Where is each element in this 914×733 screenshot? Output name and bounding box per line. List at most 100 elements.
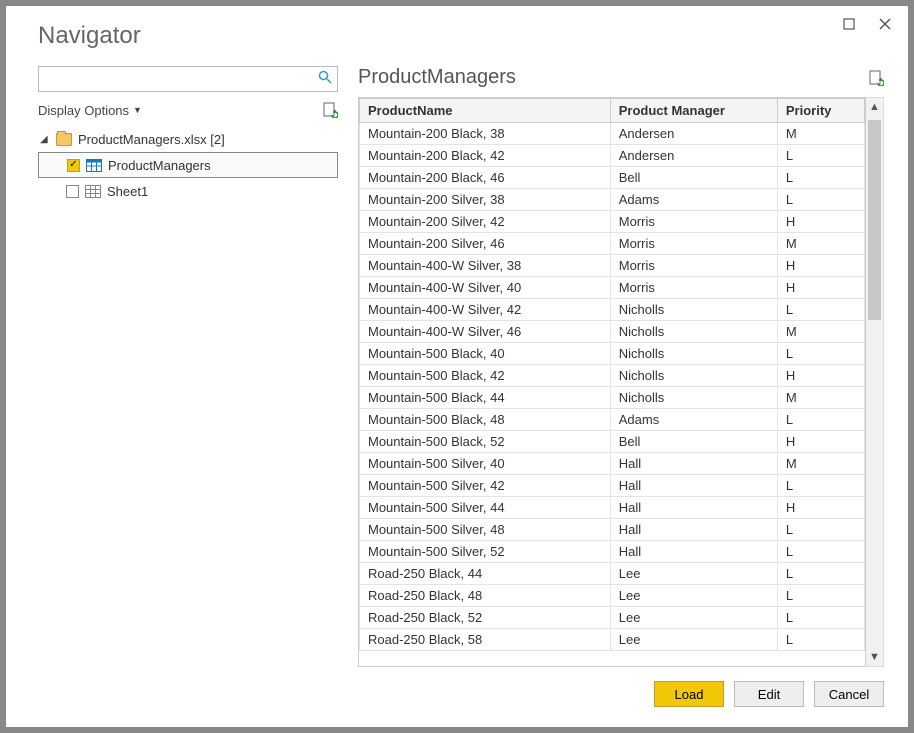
table-cell: Hall: [610, 453, 777, 475]
table-row[interactable]: Mountain-400-W Silver, 46NichollsM: [360, 321, 865, 343]
refresh-icon[interactable]: [322, 102, 338, 118]
table-row[interactable]: Mountain-200 Silver, 42MorrisH: [360, 211, 865, 233]
table-cell: Nicholls: [610, 343, 777, 365]
cancel-button[interactable]: Cancel: [814, 681, 884, 707]
table-row[interactable]: Mountain-200 Black, 42AndersenL: [360, 145, 865, 167]
table-cell: Morris: [610, 277, 777, 299]
table-cell: Mountain-400-W Silver, 42: [360, 299, 611, 321]
load-button[interactable]: Load: [654, 681, 724, 707]
vertical-scrollbar[interactable]: ▲ ▼: [866, 97, 884, 667]
tree-item-label: Sheet1: [107, 184, 148, 199]
object-tree: ◢ ProductManagers.xlsx [2] ✓ ProductMana…: [38, 126, 338, 204]
table-cell: Lee: [610, 563, 777, 585]
table-row[interactable]: Mountain-200 Black, 46BellL: [360, 167, 865, 189]
display-options-label: Display Options: [38, 103, 129, 118]
table-cell: L: [777, 343, 864, 365]
collapse-icon[interactable]: ◢: [40, 134, 50, 145]
table-cell: Mountain-400-W Silver, 40: [360, 277, 611, 299]
table-cell: Hall: [610, 541, 777, 563]
table-cell: Mountain-500 Black, 52: [360, 431, 611, 453]
table-cell: Mountain-200 Black, 42: [360, 145, 611, 167]
tree-item-label: ProductManagers: [108, 158, 211, 173]
preview-title: ProductManagers: [358, 66, 516, 89]
tree-item-productmanagers[interactable]: ✓ ProductManagers: [38, 152, 338, 178]
table-row[interactable]: Mountain-500 Silver, 52HallL: [360, 541, 865, 563]
table-row[interactable]: Mountain-400-W Silver, 38MorrisH: [360, 255, 865, 277]
table-cell: L: [777, 475, 864, 497]
table-row[interactable]: Mountain-500 Black, 52BellH: [360, 431, 865, 453]
checkbox-icon[interactable]: ✓: [67, 159, 80, 172]
table-cell: Mountain-500 Silver, 42: [360, 475, 611, 497]
table-cell: H: [777, 211, 864, 233]
table-cell: H: [777, 277, 864, 299]
table-row[interactable]: Road-250 Black, 44LeeL: [360, 563, 865, 585]
table-cell: Hall: [610, 475, 777, 497]
table-cell: L: [777, 563, 864, 585]
table-row[interactable]: Mountain-500 Silver, 44HallH: [360, 497, 865, 519]
table-cell: H: [777, 497, 864, 519]
table-row[interactable]: Mountain-400-W Silver, 40MorrisH: [360, 277, 865, 299]
table-row[interactable]: Mountain-200 Silver, 38AdamsL: [360, 189, 865, 211]
table-cell: Mountain-500 Black, 42: [360, 365, 611, 387]
display-options-dropdown[interactable]: Display Options ▼: [38, 103, 142, 118]
refresh-preview-icon[interactable]: [868, 70, 884, 86]
table-cell: Lee: [610, 629, 777, 651]
scroll-thumb[interactable]: [868, 120, 881, 320]
sheet-icon: [85, 185, 101, 198]
table-cell: Adams: [610, 409, 777, 431]
table-cell: Mountain-500 Silver, 52: [360, 541, 611, 563]
preview-grid: ProductNameProduct ManagerPriority Mount…: [358, 97, 866, 667]
table-row[interactable]: Mountain-500 Black, 48AdamsL: [360, 409, 865, 431]
table-row[interactable]: Mountain-500 Black, 42NichollsH: [360, 365, 865, 387]
table-cell: L: [777, 519, 864, 541]
table-cell: Lee: [610, 607, 777, 629]
table-row[interactable]: Mountain-500 Black, 40NichollsL: [360, 343, 865, 365]
table-cell: Bell: [610, 431, 777, 453]
table-cell: Morris: [610, 233, 777, 255]
table-cell: Nicholls: [610, 387, 777, 409]
dialog-title: Navigator: [38, 22, 884, 50]
table-cell: L: [777, 629, 864, 651]
table-cell: Morris: [610, 211, 777, 233]
table-cell: M: [777, 123, 864, 145]
table-cell: L: [777, 409, 864, 431]
scroll-up-icon[interactable]: ▲: [866, 98, 883, 116]
table-row[interactable]: Mountain-400-W Silver, 42NichollsL: [360, 299, 865, 321]
table-row[interactable]: Mountain-200 Silver, 46MorrisM: [360, 233, 865, 255]
table-cell: L: [777, 541, 864, 563]
edit-button[interactable]: Edit: [734, 681, 804, 707]
table-cell: Road-250 Black, 44: [360, 563, 611, 585]
table-row[interactable]: Mountain-200 Black, 38AndersenM: [360, 123, 865, 145]
table-cell: L: [777, 167, 864, 189]
tree-root-node[interactable]: ◢ ProductManagers.xlsx [2]: [38, 126, 338, 152]
column-header[interactable]: Priority: [777, 99, 864, 123]
tree-item-sheet1[interactable]: Sheet1: [38, 178, 338, 204]
table-cell: Mountain-200 Black, 46: [360, 167, 611, 189]
table-cell: M: [777, 233, 864, 255]
table-cell: Hall: [610, 519, 777, 541]
checkbox-icon[interactable]: [66, 185, 79, 198]
table-row[interactable]: Road-250 Black, 52LeeL: [360, 607, 865, 629]
column-header[interactable]: Product Manager: [610, 99, 777, 123]
maximize-icon[interactable]: [842, 17, 856, 31]
window-controls: [826, 6, 908, 42]
table-row[interactable]: Mountain-500 Silver, 42HallL: [360, 475, 865, 497]
table-cell: Mountain-500 Silver, 40: [360, 453, 611, 475]
table-row[interactable]: Mountain-500 Silver, 40HallM: [360, 453, 865, 475]
tree-root-label: ProductManagers.xlsx [2]: [78, 132, 225, 147]
chevron-down-icon: ▼: [133, 105, 142, 115]
table-row[interactable]: Road-250 Black, 48LeeL: [360, 585, 865, 607]
table-cell: L: [777, 585, 864, 607]
table-row[interactable]: Mountain-500 Black, 44NichollsM: [360, 387, 865, 409]
table-row[interactable]: Road-250 Black, 58LeeL: [360, 629, 865, 651]
table-cell: Andersen: [610, 145, 777, 167]
table-cell: Road-250 Black, 48: [360, 585, 611, 607]
close-icon[interactable]: [878, 17, 892, 31]
table-cell: L: [777, 299, 864, 321]
search-icon[interactable]: [318, 70, 332, 87]
search-input[interactable]: [38, 66, 338, 92]
column-header[interactable]: ProductName: [360, 99, 611, 123]
scroll-down-icon[interactable]: ▼: [866, 648, 883, 666]
table-row[interactable]: Mountain-500 Silver, 48HallL: [360, 519, 865, 541]
table-cell: Morris: [610, 255, 777, 277]
